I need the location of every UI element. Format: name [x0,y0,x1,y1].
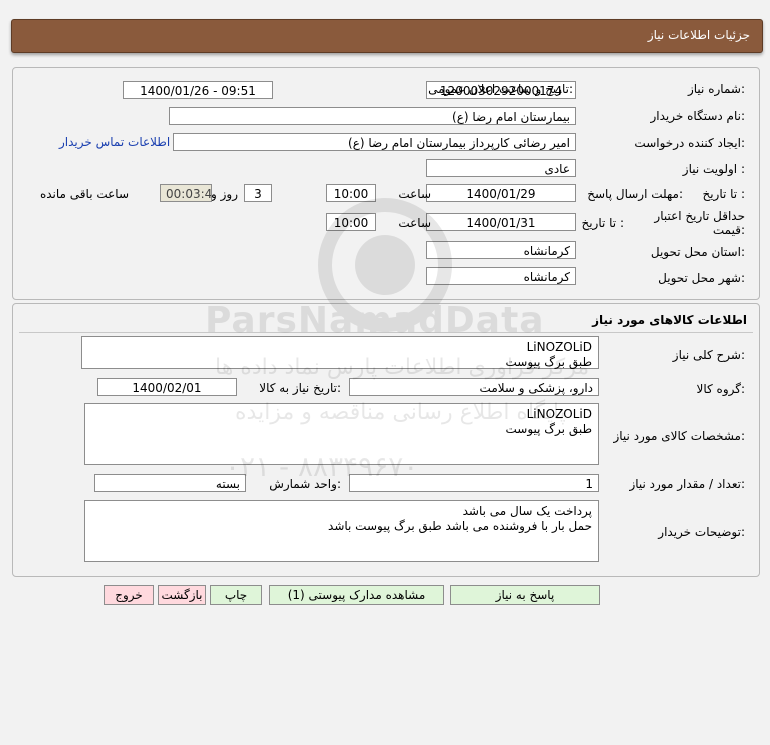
remaining-time-field: 00:03:44 [160,184,212,202]
validity-to-date-label: تا تاریخ : [581,216,624,230]
quantity-label: تعداد / مقدار مورد نیاز: [629,477,745,491]
city-field: کرمانشاه [426,267,576,285]
buyer-contact-link[interactable]: اطلاعات تماس خریدار [59,135,170,149]
summary-line-2: طبق برگ پیوست [505,355,592,369]
remaining-days-field: 3 [244,184,272,202]
goods-section-title: اطلاعات کالاهای مورد نیاز [592,313,747,327]
unit-label: واحد شمارش: [269,477,341,491]
buyer-org-label: نام دستگاه خریدار: [650,109,746,123]
requester-field: امیر رضائی کارپرداز بیمارستان امام رضا (… [173,133,576,151]
deadline-label: مهلت ارسال پاسخ: [587,187,683,201]
buyer-notes-field: پرداخت یک سال می باشد حمل بار با فروشنده… [84,500,599,562]
validity-time-field: 10:00 [326,213,376,231]
need-date-field: 1400/02/01 [97,378,237,396]
section-divider [19,332,753,333]
goods-info-panel: اطلاعات کالاهای مورد نیاز شرح کلی نیاز: … [12,303,760,577]
print-button[interactable]: چاپ [210,585,262,605]
reply-to-need-button[interactable]: پاسخ به نیاز [450,585,600,605]
notes-line-1: پرداخت یک سال می باشد [462,504,592,518]
need-date-label: تاریخ نیاز به کالا: [259,381,341,395]
summary-line-1: LiNOZOLiD [526,340,592,354]
city-label: شهر محل تحویل: [658,271,745,285]
page-title-bar: جزئیات اطلاعات نیاز [11,19,763,53]
priority-field: عادی [426,159,576,177]
province-field: کرمانشاه [426,241,576,259]
specs-field: LiNOZOLiD طبق برگ پیوست [84,403,599,465]
remaining-time-label: ساعت باقی مانده [39,187,129,201]
priority-label: اولویت نیاز : [682,162,745,176]
view-attachments-button[interactable]: مشاهده مدارک پیوستی (1) [269,585,444,605]
need-number-label: شماره نیاز: [687,82,745,96]
buyer-org-field: بیمارستان امام رضا (ع) [169,107,576,125]
announce-date-field: 1400/01/26 - 09:51 [123,81,273,99]
price-validity-label: حداقل تاریخ اعتبار قیمت: [654,209,745,237]
province-label: استان محل تحویل: [650,245,745,259]
summary-label: شرح کلی نیاز: [672,348,745,362]
goods-group-label: گروه کالا: [696,382,746,396]
goods-group-field: دارو، پزشکی و سلامت [349,378,599,396]
deadline-time-field: 10:00 [326,184,376,202]
announce-date-label: تاریخ و ساعت اعلان عمومی: [428,82,573,96]
summary-field: LiNOZOLiD طبق برگ پیوست [81,336,599,369]
unit-field: بسته [94,474,246,492]
back-button[interactable]: بازگشت [158,585,206,605]
days-label: روز و [211,187,238,201]
specs-line-2: طبق برگ پیوست [505,422,592,436]
quantity-field: 1 [349,474,599,492]
validity-date-field: 1400/01/31 [426,213,576,231]
deadline-date-field: 1400/01/29 [426,184,576,202]
deadline-to-date-label: تا تاریخ : [702,187,745,201]
need-details-panel: شماره نیاز: 1200030292000174 تاریخ و ساع… [12,67,760,300]
requester-label: ایجاد کننده درخواست: [634,136,745,150]
buyer-notes-label: توضیحات خریدار: [658,525,745,539]
notes-line-2: حمل بار با فروشنده می باشد طبق برگ پیوست… [328,519,592,533]
specs-line-1: LiNOZOLiD [526,407,592,421]
exit-button[interactable]: خروج [104,585,154,605]
validity-time-label: ساعت [398,216,431,230]
deadline-time-label: ساعت [398,187,431,201]
page-title: جزئیات اطلاعات نیاز [647,28,750,42]
specs-label: مشخصات کالای مورد نیاز: [613,429,745,443]
